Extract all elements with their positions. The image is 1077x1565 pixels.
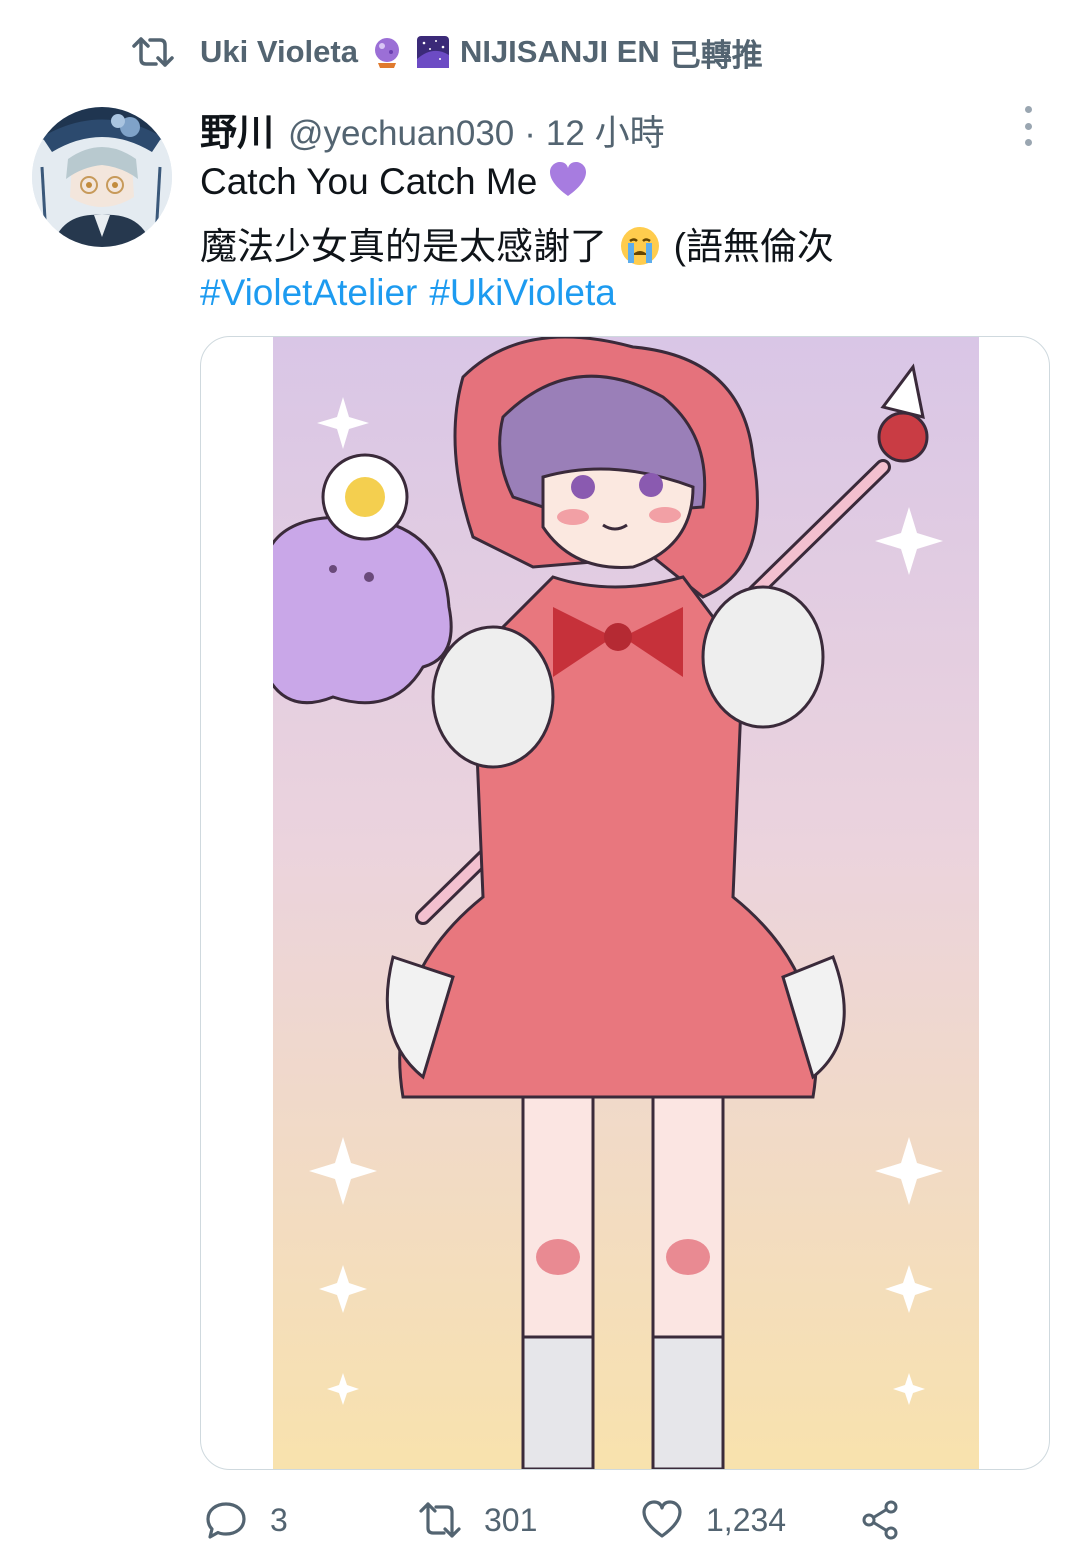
tweet-actions: 3 301 1,234	[200, 1490, 960, 1550]
heart-icon	[642, 1500, 682, 1538]
reply-button[interactable]: 3	[204, 1490, 288, 1550]
retweeted-label: 已轉推	[669, 37, 763, 73]
like-button[interactable]: 1,234	[640, 1490, 786, 1550]
separator: ·	[524, 114, 536, 153]
tweet-text-2: 魔法少女真的是太感謝了	[200, 226, 607, 267]
retweet-icon	[132, 37, 174, 67]
tweet-page: Uki Violeta NIJISANJI EN 已轉推 野川 @yechuan…	[0, 0, 1077, 1565]
timestamp[interactable]: 12 小時	[546, 105, 665, 156]
reply-count: 3	[270, 1501, 288, 1538]
avatar-image	[32, 107, 172, 247]
tweet-text-2-tail: (語無倫次	[673, 226, 834, 267]
retweeter-org: NIJISANJI EN	[459, 34, 660, 69]
hashtag-link[interactable]: #UkiVioleta	[429, 272, 615, 313]
crystal-ball-emoji	[374, 38, 399, 68]
retweet-icon	[419, 1502, 461, 1538]
purple-heart-emoji	[549, 162, 586, 196]
crying-face-emoji	[621, 227, 660, 265]
retweet-count: 301	[484, 1501, 538, 1538]
illustration-image	[273, 337, 979, 1469]
reply-icon	[206, 1502, 246, 1539]
retweet-button[interactable]: 301	[418, 1490, 537, 1550]
tweet-text-1: Catch You Catch Me	[200, 161, 538, 202]
retweeter-name[interactable]: Uki Violeta	[200, 34, 358, 70]
tweet-header: 野川 @yechuan030 · 12 小時	[200, 102, 665, 154]
hashtag-link[interactable]: #VioletAtelier	[200, 272, 417, 313]
like-count: 1,234	[706, 1501, 787, 1538]
share-button[interactable]	[858, 1490, 924, 1550]
tweet-text-line-1: Catch You Catch Me	[200, 160, 588, 203]
night-sky-emoji	[416, 36, 449, 68]
tweet-media[interactable]	[200, 336, 1050, 1470]
avatar[interactable]	[32, 107, 172, 247]
share-icon	[862, 1500, 898, 1540]
tweet-hashtags: #VioletAtelier #UkiVioleta	[200, 272, 628, 314]
retweet-context: Uki Violeta NIJISANJI EN 已轉推	[132, 28, 763, 76]
author-display-name[interactable]: 野川	[200, 102, 274, 156]
more-vertical-icon[interactable]	[1014, 106, 1042, 146]
author-handle[interactable]: @yechuan030	[288, 114, 514, 154]
tweet-text-line-2: 魔法少女真的是太感謝了 (語無倫次	[200, 216, 834, 270]
